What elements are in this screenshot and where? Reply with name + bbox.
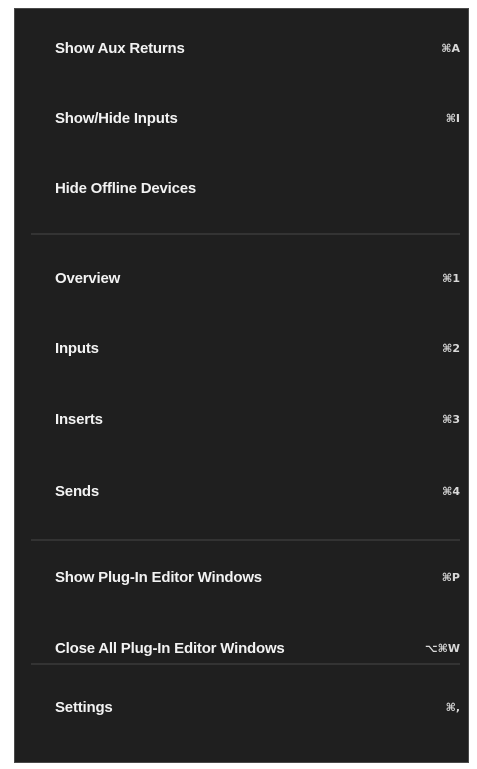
menu-item-label: Show Aux Returns [55, 39, 185, 57]
menu-item-show-plugin-editor-windows[interactable]: Show Plug-In Editor Windows ⌘P [15, 555, 468, 599]
menu-item-inserts[interactable]: Inserts ⌘3 [15, 397, 468, 441]
menu-item-shortcut: ⌘I [445, 111, 460, 125]
menu-item-label: Inserts [55, 410, 103, 428]
menu-item-overview[interactable]: Overview ⌘1 [15, 256, 468, 300]
menu-item-shortcut: ⌘2 [442, 341, 460, 355]
menu-item-label: Show/Hide Inputs [55, 109, 178, 127]
menu-item-label: Close All Plug-In Editor Windows [55, 639, 285, 657]
menu-item-label: Inputs [55, 339, 99, 357]
menu-item-show-hide-inputs[interactable]: Show/Hide Inputs ⌘I [15, 96, 468, 140]
menu-item-label: Settings [55, 698, 113, 716]
menu-item-shortcut: ⌘3 [442, 412, 460, 426]
menu-item-label: Show Plug-In Editor Windows [55, 568, 262, 586]
menu-separator [31, 233, 460, 235]
menu-item-shortcut: ⌥⌘W [424, 641, 460, 655]
menu-item-sends[interactable]: Sends ⌘4 [15, 469, 468, 513]
menu-item-inputs[interactable]: Inputs ⌘2 [15, 326, 468, 370]
menu-separator [31, 539, 460, 541]
context-menu: Show Aux Returns ⌘A Show/Hide Inputs ⌘I … [14, 8, 469, 763]
menu-item-label: Overview [55, 269, 121, 287]
menu-item-shortcut: ⌘A [441, 41, 460, 55]
menu-item-shortcut: ⌘P [441, 570, 460, 584]
menu-item-label: Sends [55, 482, 100, 500]
menu-item-settings[interactable]: Settings ⌘, [15, 685, 468, 729]
menu-item-show-aux-returns[interactable]: Show Aux Returns ⌘A [15, 26, 468, 70]
menu-item-shortcut: ⌘4 [442, 484, 460, 498]
menu-item-shortcut: ⌘, [445, 700, 460, 714]
menu-item-shortcut: ⌘1 [442, 271, 460, 285]
menu-separator [31, 663, 460, 665]
menu-item-label: Hide Offline Devices [55, 179, 197, 197]
menu-item-hide-offline-devices[interactable]: Hide Offline Devices [15, 166, 468, 210]
